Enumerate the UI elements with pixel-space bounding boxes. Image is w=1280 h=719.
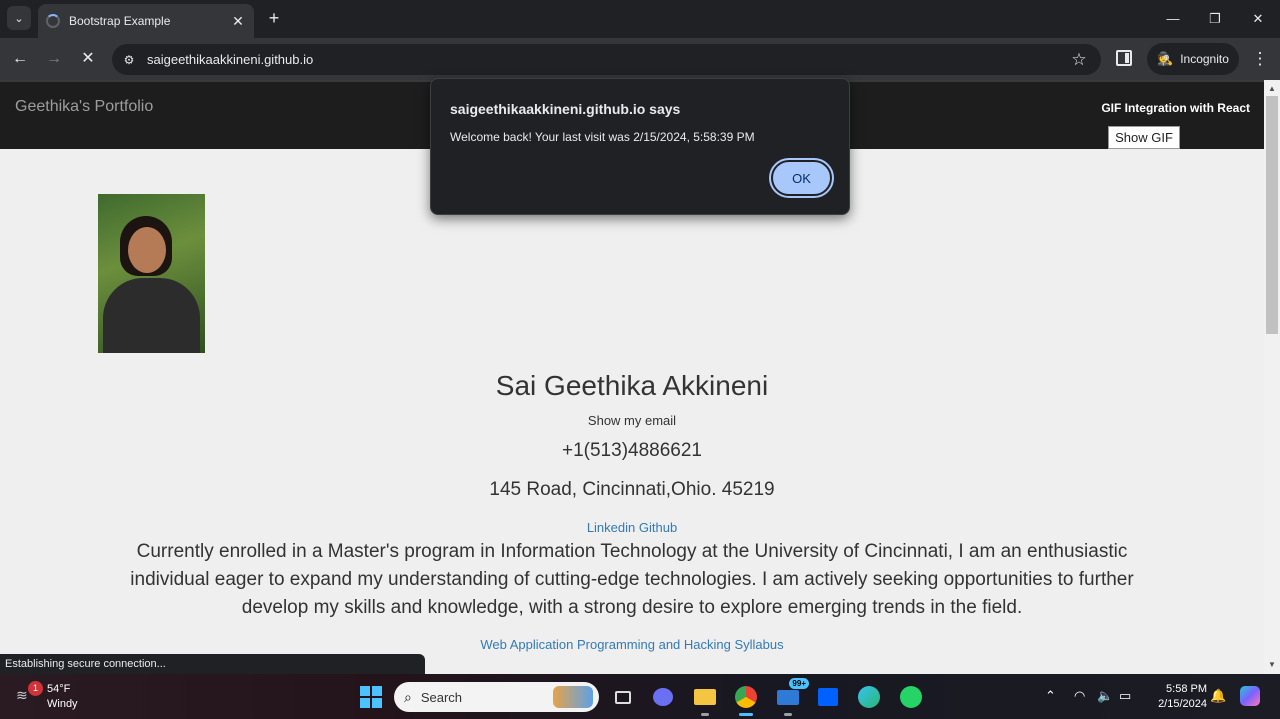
status-bubble: Establishing secure connection...: [0, 654, 425, 674]
scroll-up-icon[interactable]: ▲: [1264, 82, 1280, 96]
battery-icon[interactable]: ▭: [1119, 688, 1131, 704]
volume-muted-icon[interactable]: 🔈: [1097, 688, 1113, 704]
linkedin-link[interactable]: Linkedin: [587, 520, 635, 535]
github-link[interactable]: Github: [639, 520, 677, 535]
chrome-icon[interactable]: [731, 682, 761, 716]
tab-search-button[interactable]: ⌄: [7, 6, 31, 30]
incognito-indicator[interactable]: 🕵 Incognito: [1147, 43, 1239, 75]
forward-button[interactable]: →: [43, 48, 65, 70]
back-button[interactable]: ←: [9, 48, 31, 70]
taskbar-search[interactable]: ⌕ Search: [394, 682, 599, 712]
copilot-icon[interactable]: [1240, 686, 1260, 706]
chevron-down-icon: ⌄: [14, 12, 24, 25]
system-clock[interactable]: 5:58 PM 2/15/2024: [1143, 682, 1207, 712]
clock-date: 2/15/2024: [1158, 698, 1207, 710]
site-info-icon[interactable]: ⚙: [122, 53, 136, 67]
side-panel-icon[interactable]: [1116, 50, 1132, 66]
mail-icon[interactable]: 99+: [773, 678, 809, 716]
close-window-button[interactable]: ✕: [1243, 8, 1273, 30]
browser-toolbar: ← → ✕ ⚙ saigeethikaakkineni.github.io ☆ …: [0, 38, 1280, 80]
bio-paragraph: Currently enrolled in a Master's program…: [130, 541, 1134, 618]
whatsapp-icon[interactable]: [896, 682, 926, 712]
scroll-down-icon[interactable]: ▼: [1264, 658, 1280, 672]
address-bar[interactable]: ⚙ saigeethikaakkineni.github.io ☆: [112, 44, 1101, 75]
tab-bootstrap-example[interactable]: Bootstrap Example ✕: [38, 4, 254, 38]
clock-time: 5:58 PM: [1166, 683, 1207, 695]
stop-loading-button[interactable]: ✕: [77, 48, 99, 70]
browser-menu-icon[interactable]: ⋮: [1250, 48, 1270, 70]
syllabus-link-container: Web Application Programming and Hacking …: [0, 637, 1264, 652]
profile-photo: [98, 194, 205, 353]
taskbar: ≋ 1 54°F Windy ⌕ Search 99+ ⌃ ◠ 🔈 ▭ 5:58…: [0, 674, 1280, 719]
phone-number: +1(513)4886621: [562, 440, 702, 461]
tab-strip: ⌄ Bootstrap Example ✕ + — ❐ ✕: [0, 0, 1280, 38]
scrollbar-thumb[interactable]: [1266, 96, 1278, 334]
bookmark-star-icon[interactable]: ☆: [1067, 50, 1091, 70]
mail-badge: 99+: [789, 678, 809, 689]
tab-title: Bootstrap Example: [69, 14, 171, 28]
loading-spinner-icon: [46, 14, 60, 28]
taskbar-search-label: Search: [420, 689, 463, 705]
edge-icon[interactable]: [854, 682, 884, 712]
task-view-icon[interactable]: [608, 682, 638, 712]
wifi-icon[interactable]: ◠: [1074, 688, 1085, 704]
weather-widget[interactable]: ≋ 1 54°F Windy: [16, 681, 96, 713]
dialog-ok-button[interactable]: OK: [769, 158, 834, 198]
syllabus-link[interactable]: Web Application Programming and Hacking …: [480, 637, 783, 652]
file-explorer-icon[interactable]: [690, 682, 720, 716]
search-icon: ⌕: [404, 688, 412, 705]
dialog-message: Welcome back! Your last visit was 2/15/2…: [450, 130, 755, 144]
alert-dialog: saigeethikaakkineni.github.io says Welco…: [430, 78, 850, 215]
dropbox-icon[interactable]: [813, 682, 843, 712]
tab-close-icon[interactable]: ✕: [230, 13, 246, 30]
url-text[interactable]: saigeethikaakkineni.github.io: [147, 52, 1067, 67]
new-tab-button[interactable]: +: [264, 8, 284, 28]
tray-overflow-chevron-icon[interactable]: ⌃: [1045, 688, 1056, 704]
incognito-label: Incognito: [1180, 52, 1229, 66]
page-scrollbar[interactable]: ▲ ▼: [1264, 80, 1280, 674]
incognito-icon: 🕵: [1157, 51, 1174, 66]
weather-badge: 1: [28, 681, 43, 696]
show-email-toggle[interactable]: Show my email: [0, 413, 1264, 428]
social-links: Linkedin Github: [0, 520, 1264, 535]
minimize-button[interactable]: —: [1158, 8, 1188, 30]
search-highlight-icon: [553, 686, 593, 708]
start-button[interactable]: [356, 682, 386, 712]
teams-chat-icon[interactable]: [648, 682, 678, 712]
notification-bell-icon[interactable]: 🔔: [1210, 688, 1226, 704]
weather-condition: Windy: [47, 698, 78, 710]
address: 145 Road, Cincinnati,Ohio. 45219: [489, 479, 775, 500]
restore-button[interactable]: ❐: [1200, 8, 1230, 30]
gif-section-title: GIF Integration with React: [1101, 101, 1250, 115]
windows-logo-icon: [360, 686, 382, 708]
profile-name: Sai Geethika Akkineni: [495, 370, 769, 401]
weather-temperature: 54°F: [47, 683, 71, 695]
show-gif-button[interactable]: Show GIF: [1108, 126, 1180, 149]
navbar-brand[interactable]: Geethika's Portfolio: [15, 98, 153, 116]
wind-icon: ≋: [16, 687, 28, 703]
dialog-title: saigeethikaakkineni.github.io says: [450, 101, 681, 117]
